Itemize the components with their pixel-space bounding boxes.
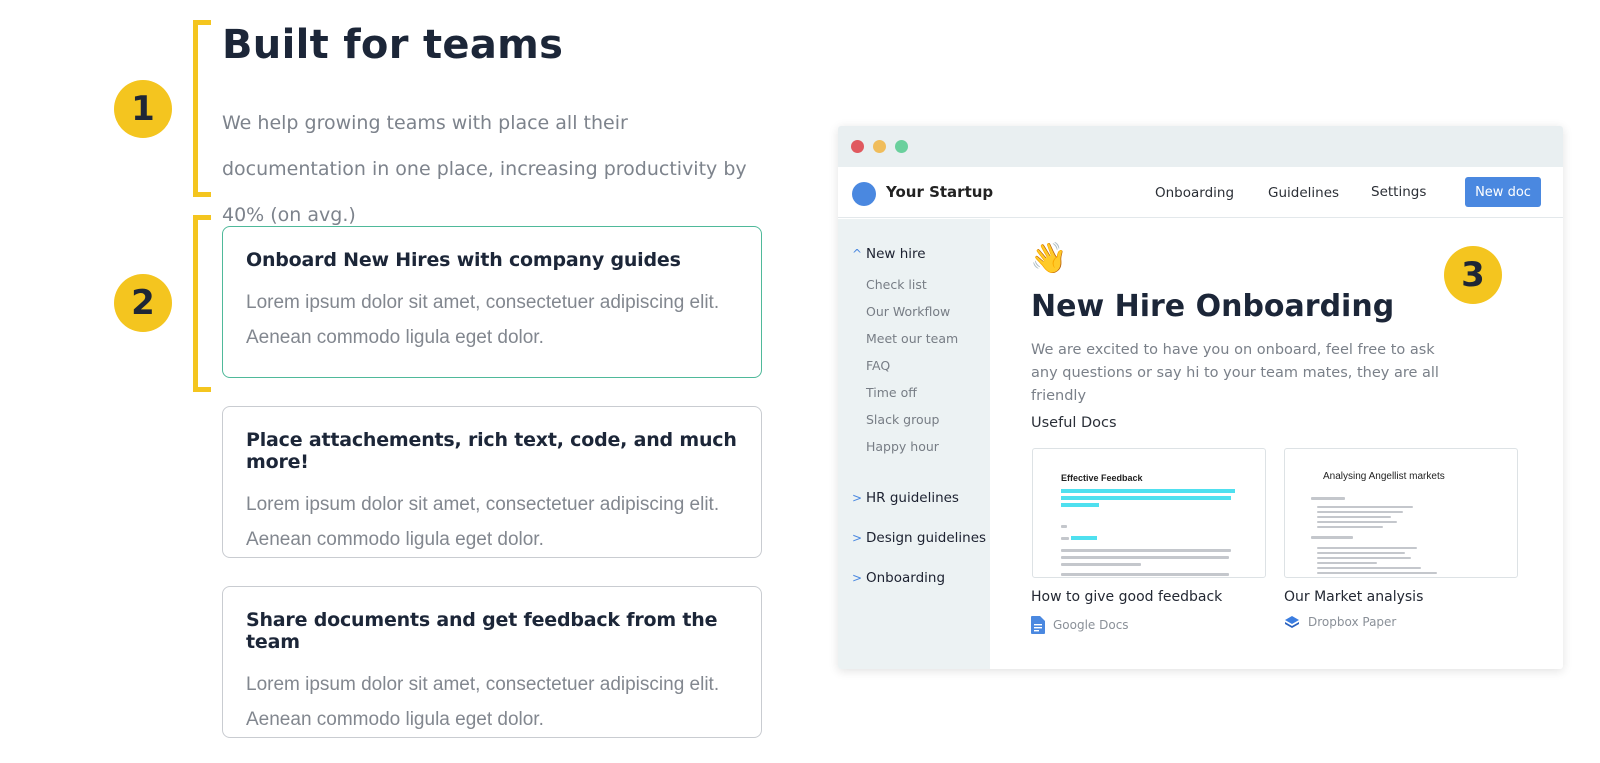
doc-content: 👋 3 New Hire Onboarding We are excited t… — [990, 219, 1563, 669]
thumb-text-line — [1061, 537, 1069, 540]
hero-description: We help growing teams with place all the… — [222, 112, 747, 226]
feature-card-share[interactable]: Share documents and get feedback from th… — [222, 586, 762, 738]
window-minimize-dot[interactable] — [873, 140, 886, 153]
new-doc-button[interactable]: New doc — [1465, 177, 1541, 207]
brand-name[interactable]: Your Startup — [886, 183, 993, 201]
doc-sidebar: ^ New hire Check list Our Workflow Meet … — [838, 219, 990, 669]
thumb-highlight — [1061, 489, 1235, 493]
dropbox-icon — [1285, 616, 1299, 628]
thumb-title: Analysing Angellist markets — [1323, 471, 1445, 482]
sidebar-section-label: HR guidelines — [866, 490, 959, 506]
thumb-text-line — [1317, 516, 1391, 518]
thumb-highlight — [1061, 503, 1099, 507]
doc-thumbnail-market[interactable]: Analysing Angellist markets — [1284, 448, 1518, 578]
nav-guidelines[interactable]: Guidelines — [1268, 185, 1339, 201]
window-titlebar — [838, 126, 1563, 167]
chevron-right-icon: > — [852, 531, 863, 545]
step-badge-2: 2 — [114, 274, 172, 332]
thumb-text-line — [1061, 549, 1231, 552]
startup-logo-icon — [852, 182, 876, 206]
sidebar-item-happy-hour[interactable]: Happy hour — [866, 439, 939, 454]
doc-card-caption[interactable]: How to give good feedback — [1031, 589, 1222, 605]
doc-card-source: Google Docs — [1031, 616, 1129, 634]
thumb-text-line — [1061, 525, 1067, 528]
sidebar-section-label: Design guidelines — [866, 530, 987, 546]
thumb-text-line — [1061, 573, 1229, 576]
app-navbar: Your Startup Onboarding Guidelines Setti… — [838, 167, 1563, 218]
useful-docs-heading: Useful Docs — [1031, 415, 1117, 431]
doc-title: New Hire Onboarding — [1031, 289, 1395, 324]
waving-hand-icon: 👋 — [1030, 242, 1068, 275]
sidebar-section-onboarding[interactable]: > Onboarding — [852, 570, 945, 586]
thumb-text-line — [1317, 567, 1421, 569]
chevron-right-icon: > — [852, 571, 863, 585]
thumb-text-line — [1317, 562, 1377, 564]
sidebar-item-time-off[interactable]: Time off — [866, 385, 917, 400]
doc-card-caption[interactable]: Our Market analysis — [1284, 589, 1423, 605]
step-badge-3: 3 — [1444, 246, 1502, 304]
feature-card-title: Place attachements, rich text, code, and… — [246, 429, 737, 473]
sidebar-section-label: Onboarding — [866, 570, 946, 586]
thumb-text-line — [1317, 506, 1413, 508]
feature-card-title: Share documents and get feedback from th… — [246, 609, 718, 653]
thumb-text-line — [1311, 536, 1353, 539]
doc-description: We are excited to have you on onboard, f… — [1031, 342, 1439, 404]
sidebar-section-new-hire[interactable]: ^ New hire — [852, 246, 926, 262]
nav-onboarding[interactable]: Onboarding — [1155, 185, 1234, 201]
thumb-text-line — [1061, 563, 1141, 566]
thumb-text-line — [1317, 557, 1411, 559]
thumb-highlight — [1061, 496, 1231, 500]
thumb-highlight — [1071, 536, 1097, 540]
step-badge-1: 1 — [114, 80, 172, 138]
chevron-right-icon: > — [852, 491, 863, 505]
hero-title: Built for teams — [222, 22, 564, 68]
thumb-text-line — [1317, 572, 1437, 574]
doc-card-source-label: Dropbox Paper — [1308, 615, 1397, 629]
thumb-text-line — [1317, 526, 1383, 528]
thumb-text-line — [1061, 556, 1229, 559]
doc-thumbnail-feedback[interactable]: Effective Feedback — [1032, 448, 1266, 578]
google-docs-icon — [1031, 616, 1045, 634]
thumb-title: Effective Feedback — [1061, 473, 1143, 483]
window-close-dot[interactable] — [851, 140, 864, 153]
app-window-mockup: Your Startup Onboarding Guidelines Setti… — [838, 126, 1563, 669]
doc-card-source-label: Google Docs — [1053, 618, 1129, 632]
sidebar-item-meet-our-team[interactable]: Meet our team — [866, 331, 958, 346]
doc-card-source: Dropbox Paper — [1284, 615, 1396, 629]
sidebar-section-hr-guidelines[interactable]: > HR guidelines — [852, 490, 959, 506]
feature-card-body: Lorem ipsum dolor sit amet, consectetuer… — [246, 674, 720, 730]
bracket-2 — [193, 215, 211, 392]
feature-card-attachments[interactable]: Place attachements, rich text, code, and… — [222, 406, 762, 558]
feature-card-body: Lorem ipsum dolor sit amet, consectetuer… — [246, 494, 720, 550]
window-maximize-dot[interactable] — [895, 140, 908, 153]
feature-card-body: Lorem ipsum dolor sit amet, consectetuer… — [246, 292, 720, 348]
sidebar-section-label: New hire — [866, 246, 926, 262]
chevron-up-icon: ^ — [852, 247, 863, 261]
sidebar-item-our-workflow[interactable]: Our Workflow — [866, 304, 950, 319]
thumb-text-line — [1317, 552, 1405, 554]
feature-card-title: Onboard New Hires with company guides — [246, 249, 681, 271]
nav-settings[interactable]: Settings — [1371, 184, 1426, 200]
sidebar-item-check-list[interactable]: Check list — [866, 277, 927, 292]
sidebar-section-design-guidelines[interactable]: > Design guidelines — [852, 530, 986, 546]
bracket-1 — [193, 20, 211, 197]
thumb-text-line — [1311, 497, 1345, 500]
thumb-text-line — [1317, 511, 1403, 513]
thumb-text-line — [1317, 521, 1397, 523]
sidebar-item-faq[interactable]: FAQ — [866, 358, 890, 373]
sidebar-item-slack-group[interactable]: Slack group — [866, 412, 939, 427]
thumb-text-line — [1317, 547, 1417, 549]
feature-card-onboard[interactable]: Onboard New Hires with company guides Lo… — [222, 226, 762, 378]
